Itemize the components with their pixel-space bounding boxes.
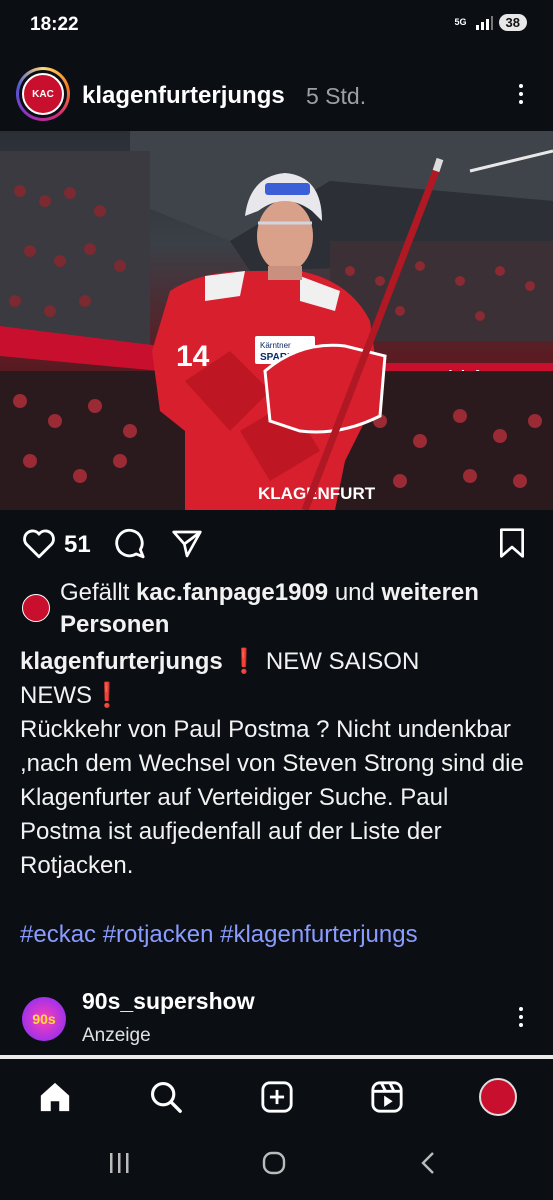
status-time: 18:22 — [30, 14, 79, 35]
heart-icon[interactable] — [22, 528, 56, 560]
liked-by-user: kac.fanpage1909 — [136, 579, 329, 606]
share-icon[interactable] — [170, 528, 204, 560]
recent-apps-icon[interactable] — [108, 1152, 132, 1174]
post-time: 5 Std. — [306, 83, 367, 109]
kac-logo-icon: KAC — [22, 73, 64, 115]
post-image[interactable]: Kanten sich für Euren S Kärntner SPARKA … — [0, 131, 553, 510]
caption-hashtags[interactable]: #eckac #rotjacken #klagenfurterjungs — [20, 921, 418, 949]
jersey-number: 14 — [176, 340, 210, 373]
exclamation-emoji-icon: ❗ — [92, 682, 122, 709]
back-icon[interactable] — [418, 1151, 438, 1175]
home-button-icon[interactable] — [262, 1151, 286, 1175]
more-options-icon[interactable] — [519, 84, 523, 104]
comment-icon[interactable] — [112, 527, 146, 561]
plus-square-icon[interactable] — [260, 1080, 294, 1114]
profile-avatar[interactable] — [479, 1078, 517, 1116]
home-icon[interactable] — [38, 1080, 72, 1114]
ad-avatar[interactable]: 90s — [22, 997, 66, 1041]
liked-by-avatar[interactable] — [22, 594, 50, 622]
ad-username[interactable]: 90s_supershow — [82, 988, 255, 1015]
status-icons: 5G 38 — [453, 14, 527, 31]
ad-label: Anzeige — [82, 1025, 151, 1046]
caption-body: Rückkehr von Paul Postma ? Nicht undenkb… — [20, 716, 524, 879]
bookmark-icon[interactable] — [497, 527, 527, 559]
svg-text:Kärntner: Kärntner — [260, 341, 291, 350]
post-caption: klagenfurterjungs ❗ NEW SAISON NEWS❗ Rüc… — [20, 648, 524, 879]
hockey-player-photo: Kanten sich für Euren S Kärntner SPARKA … — [0, 131, 553, 510]
post-username[interactable]: klagenfurterjungs — [82, 82, 285, 110]
search-icon[interactable] — [149, 1080, 183, 1114]
post-avatar[interactable]: KAC — [16, 67, 70, 121]
caption-author[interactable]: klagenfurterjungs — [20, 648, 223, 675]
liked-by-text[interactable]: Gefällt kac.fanpage1909 und weiteren Per… — [60, 577, 540, 641]
signal-icon — [475, 15, 493, 30]
exclamation-emoji-icon: ❗ — [229, 648, 260, 675]
network-type: 5G — [454, 17, 467, 27]
reels-icon[interactable] — [370, 1080, 404, 1114]
battery-level: 38 — [498, 14, 527, 31]
ad-more-options-icon[interactable] — [519, 1007, 523, 1027]
like-count[interactable]: 51 — [64, 531, 91, 559]
